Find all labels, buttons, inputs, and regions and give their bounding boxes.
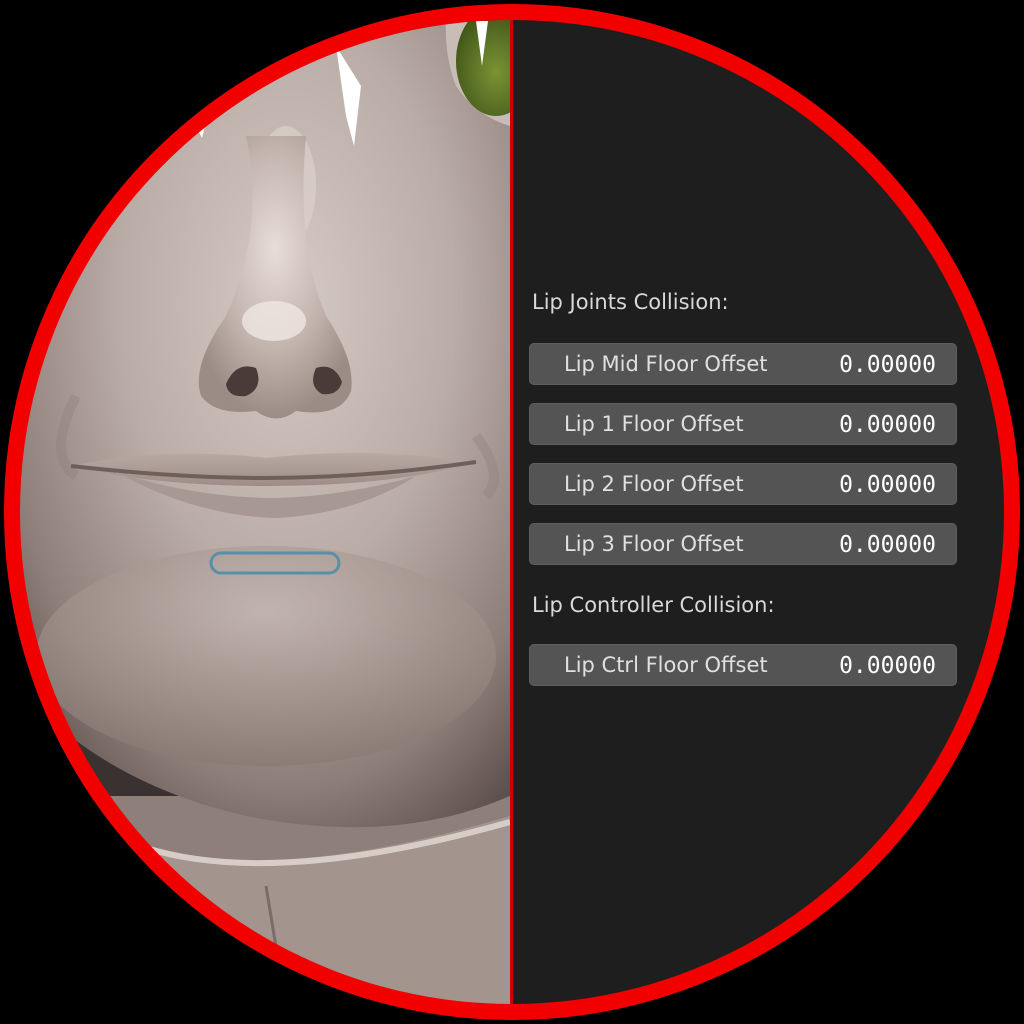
zoom-callout: Lip Joints Collision: Lip Mid Floor Offs…	[0, 0, 1024, 1024]
lip-ctrl-floor-offset-field[interactable]: Lip Ctrl Floor Offset 0.00000	[529, 644, 957, 686]
lip-2-floor-offset-field[interactable]: Lip 2 Floor Offset 0.00000	[529, 463, 957, 505]
lip-3-floor-offset-field[interactable]: Lip 3 Floor Offset 0.00000	[529, 523, 957, 565]
field-label: Lip 2 Floor Offset	[564, 472, 744, 496]
lip-1-floor-offset-field[interactable]: Lip 1 Floor Offset 0.00000	[529, 403, 957, 445]
section-heading-lip-joints-collision: Lip Joints Collision:	[532, 290, 729, 314]
field-value: 0.00000	[839, 653, 936, 679]
lip-mid-floor-offset-field[interactable]: Lip Mid Floor Offset 0.00000	[529, 343, 957, 385]
field-label: Lip 1 Floor Offset	[564, 412, 744, 436]
field-value: 0.00000	[839, 472, 936, 498]
character-face-render	[16, 16, 510, 1008]
field-value: 0.00000	[839, 412, 936, 438]
field-label: Lip Ctrl Floor Offset	[564, 653, 768, 677]
field-value: 0.00000	[839, 352, 936, 378]
field-label: Lip 3 Floor Offset	[564, 532, 744, 556]
properties-panel: Lip Joints Collision: Lip Mid Floor Offs…	[513, 16, 1008, 1008]
3d-viewport[interactable]	[16, 16, 510, 1008]
field-label: Lip Mid Floor Offset	[564, 352, 768, 376]
field-value: 0.00000	[839, 532, 936, 558]
callout-content: Lip Joints Collision: Lip Mid Floor Offs…	[16, 16, 1008, 1008]
section-heading-lip-controller-collision: Lip Controller Collision:	[532, 593, 775, 617]
